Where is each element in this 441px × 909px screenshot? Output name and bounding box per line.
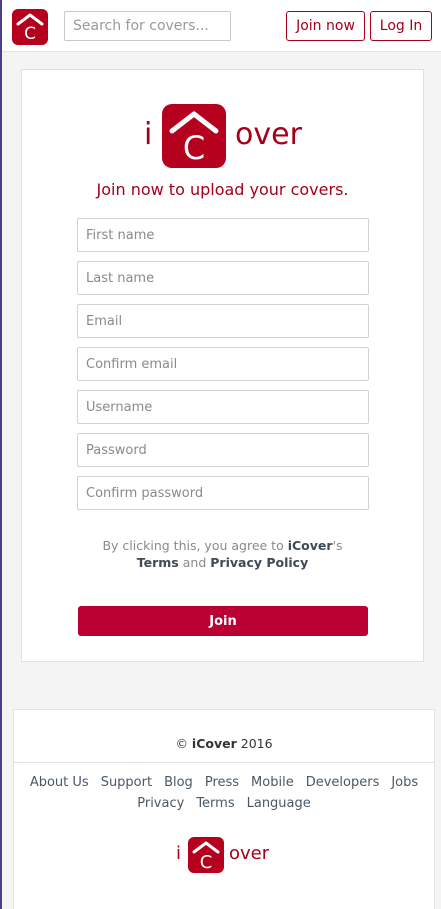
footer-link-developers[interactable]: Developers [306,775,380,790]
terms-possessive: 's [332,538,343,553]
footer-links: About Us Support Blog Press Mobile Developers… [14,772,434,814]
brand-text: over [235,117,302,152]
top-bar: C Join now Log In [2,0,441,52]
footer-link-jobs[interactable]: Jobs [391,775,418,790]
house-c-logo-icon: C [192,841,220,873]
signup-headline: Join now to upload your covers. [96,180,349,199]
footer-brand-logo[interactable]: i C over [14,837,434,873]
username-field[interactable] [77,390,369,424]
privacy-policy-link[interactable]: Privacy Policy [210,555,308,570]
footer-link-terms[interactable]: Terms [196,796,234,811]
password-field[interactable] [77,433,369,467]
footer: © iCover 2016 About Us Support Blog Press Mo… [13,709,435,909]
last-name-field[interactable] [77,261,369,295]
brand-logo: i C over [22,104,423,170]
house-c-logo-icon: C [169,111,219,167]
terms-notice: By clicking this, you agree to iCover's … [22,537,423,571]
footer-link-about-us[interactable]: About Us [30,775,89,790]
house-c-logo-icon: C [16,13,44,44]
email-field[interactable] [77,304,369,338]
terms-and: and [182,555,207,570]
footer-brand-text: over [229,843,270,864]
terms-link[interactable]: Terms [137,555,179,570]
footer-links-row-2: Privacy Terms Language [14,793,434,814]
footer-logo-icon: C [188,837,224,873]
log-in-button[interactable]: Log In [370,11,432,41]
footer-link-mobile[interactable]: Mobile [251,775,294,790]
confirm-password-field[interactable] [77,476,369,510]
footer-link-blog[interactable]: Blog [164,775,193,790]
footer-link-support[interactable]: Support [101,775,152,790]
svg-text:C: C [183,129,205,167]
join-now-button[interactable]: Join now [286,11,365,41]
footer-link-press[interactable]: Press [205,775,239,790]
logo-icon[interactable]: C [12,9,48,45]
copyright-year: 2016 [240,736,273,751]
footer-brand-letter-i: i [176,843,182,864]
copyright: © iCover 2016 [14,736,434,751]
svg-text:C: C [24,24,36,44]
signup-card: i C over Join now to upload your covers.… [21,69,424,662]
first-name-field[interactable] [77,218,369,252]
footer-link-language[interactable]: Language [247,796,311,811]
copyright-symbol: © [175,736,188,751]
footer-link-privacy[interactable]: Privacy [137,796,184,811]
brand-letter-i: i [144,117,153,152]
search-input[interactable] [64,11,231,41]
copyright-brand: iCover [191,736,237,751]
terms-brand: iCover [287,538,333,553]
footer-links-row-1: About Us Support Blog Press Mobile Developers… [14,772,434,793]
confirm-email-field[interactable] [77,347,369,381]
join-button[interactable]: Join [78,606,368,636]
brand-logo-icon: C [162,104,226,168]
footer-divider [14,762,434,763]
terms-prefix: By clicking this, you agree to [102,538,284,553]
svg-text:C: C [200,852,213,873]
